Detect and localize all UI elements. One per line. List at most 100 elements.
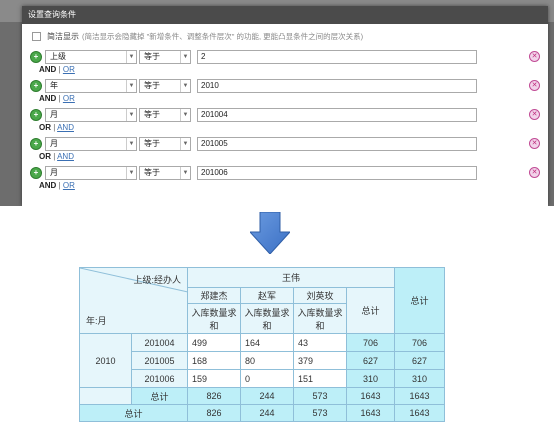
pivot-table: 上级:经办人 年:月 王伟 总计 郑建杰 赵军 刘英玫 总计 入库数量求和 入库… xyxy=(79,267,445,422)
operator-select-value: 等于 xyxy=(144,110,160,119)
year-cell: 2010 xyxy=(79,333,132,388)
logic-connector: AND | OR xyxy=(39,181,75,190)
simple-display-hint: (简洁显示会隐藏掉 "新增条件、调整条件层次" 的功能, 更能凸显条件之间的层次… xyxy=(82,32,364,41)
year-total-total: 1643 xyxy=(394,387,445,405)
logic-separator: | xyxy=(53,152,56,161)
condition-value-input[interactable]: 201006 xyxy=(197,166,477,180)
chevron-down-icon: ▼ xyxy=(180,167,190,179)
group-header: 王伟 xyxy=(187,267,395,288)
simple-display-label: 简洁显示 xyxy=(47,32,79,41)
logic-connector: OR | AND xyxy=(39,152,74,161)
value-cell: 43 xyxy=(293,333,347,352)
operator-select[interactable]: 等于 ▼ xyxy=(139,166,191,180)
close-circle-icon[interactable]: ✕ xyxy=(529,109,540,120)
chevron-down-icon: ▼ xyxy=(126,80,136,92)
close-circle-icon[interactable]: ✕ xyxy=(529,80,540,91)
logic-switch-link[interactable]: AND xyxy=(57,152,74,161)
operator-select[interactable]: 等于 ▼ xyxy=(139,137,191,151)
subtotal-cell: 310 xyxy=(346,369,395,388)
operator-select-value: 等于 xyxy=(144,168,160,177)
logic-switch-link[interactable]: OR xyxy=(63,94,75,103)
dialog-body: 简洁显示 (简洁显示会隐藏掉 "新增条件、调整条件层次" 的功能, 更能凸显条件… xyxy=(22,24,548,206)
condition-value-input[interactable]: 2010 xyxy=(197,79,477,93)
measure-header: 入库数量求和 xyxy=(240,303,294,334)
condition-value-input[interactable]: 201005 xyxy=(197,137,477,151)
logic-active-label: OR xyxy=(39,152,51,161)
person-header: 刘英玫 xyxy=(293,287,347,304)
value-cell: 164 xyxy=(240,333,294,352)
arrow-down-icon xyxy=(250,212,290,254)
subtotal-cell: 706 xyxy=(346,333,395,352)
condition-row: + 月 ▼ 等于 ▼ 201006 ✕ xyxy=(30,166,540,180)
value-cell: 151 xyxy=(293,369,347,388)
logic-switch-link[interactable]: OR xyxy=(63,181,75,190)
plus-circle-icon[interactable]: + xyxy=(30,167,42,179)
chevron-down-icon: ▼ xyxy=(126,51,136,63)
dialog-screenshot: 设置查询条件 简洁显示 (简洁显示会隐藏掉 "新增条件、调整条件层次" 的功能,… xyxy=(0,0,554,206)
corner-row-label: 年:月 xyxy=(86,316,107,326)
field-select-value: 上级 xyxy=(50,52,66,61)
close-circle-icon[interactable]: ✕ xyxy=(529,51,540,62)
plus-circle-icon[interactable]: + xyxy=(30,51,42,63)
logic-separator: | xyxy=(53,123,56,132)
logic-active-label: OR xyxy=(39,123,51,132)
field-select[interactable]: 上级 ▼ xyxy=(45,50,137,64)
grand-total-subtotal: 1643 xyxy=(346,404,395,422)
total-cell: 627 xyxy=(394,351,445,370)
grand-total-label: 总计 xyxy=(79,404,188,422)
logic-active-label: AND xyxy=(39,65,57,74)
grand-total-total: 1643 xyxy=(394,404,445,422)
operator-select[interactable]: 等于 ▼ xyxy=(139,108,191,122)
field-select[interactable]: 月 ▼ xyxy=(45,166,137,180)
logic-separator: | xyxy=(58,65,61,74)
condition-value-input[interactable]: 201004 xyxy=(197,108,477,122)
year-total-subtotal: 1643 xyxy=(346,387,395,405)
month-cell: 201006 xyxy=(131,369,188,388)
operator-select[interactable]: 等于 ▼ xyxy=(139,79,191,93)
logic-active-label: AND xyxy=(39,94,57,103)
operator-select[interactable]: 等于 ▼ xyxy=(139,50,191,64)
value-cell: 379 xyxy=(293,351,347,370)
grand-total-cell: 573 xyxy=(293,404,347,422)
total-cell: 310 xyxy=(394,369,445,388)
field-select[interactable]: 年 ▼ xyxy=(45,79,137,93)
simple-display-checkbox[interactable] xyxy=(32,32,41,41)
year-total-cell: 244 xyxy=(240,387,294,405)
field-select[interactable]: 月 ▼ xyxy=(45,108,137,122)
person-header: 郑建杰 xyxy=(187,287,241,304)
grand-total-cell: 244 xyxy=(240,404,294,422)
logic-separator: | xyxy=(58,94,61,103)
grand-total-column-header: 总计 xyxy=(394,267,445,334)
logic-switch-link[interactable]: AND xyxy=(57,123,74,132)
plus-circle-icon[interactable]: + xyxy=(30,80,42,92)
chevron-down-icon: ▼ xyxy=(126,138,136,150)
value-cell: 168 xyxy=(187,351,241,370)
total-cell: 706 xyxy=(394,333,445,352)
value-cell: 80 xyxy=(240,351,294,370)
operator-select-value: 等于 xyxy=(144,139,160,148)
month-cell: 201004 xyxy=(131,333,188,352)
condition-row: + 上级 ▼ 等于 ▼ 2 ✕ xyxy=(30,50,540,64)
corner-column-label: 上级:经办人 xyxy=(133,275,181,285)
logic-switch-link[interactable]: OR xyxy=(63,65,75,74)
plus-circle-icon[interactable]: + xyxy=(30,109,42,121)
field-select[interactable]: 月 ▼ xyxy=(45,137,137,151)
condition-value-input[interactable]: 2 xyxy=(197,50,477,64)
pivot-table-container: 上级:经办人 年:月 王伟 总计 郑建杰 赵军 刘英玫 总计 入库数量求和 入库… xyxy=(79,267,445,422)
person-header: 赵军 xyxy=(240,287,294,304)
operator-select-value: 等于 xyxy=(144,52,160,61)
condition-row: + 月 ▼ 等于 ▼ 201004 ✕ xyxy=(30,108,540,122)
close-circle-icon[interactable]: ✕ xyxy=(529,138,540,149)
chevron-down-icon: ▼ xyxy=(180,80,190,92)
field-select-value: 月 xyxy=(50,110,58,119)
operator-select-value: 等于 xyxy=(144,81,160,90)
logic-connector: AND | OR xyxy=(39,65,75,74)
value-cell: 159 xyxy=(187,369,241,388)
field-select-value: 月 xyxy=(50,139,58,148)
chevron-down-icon: ▼ xyxy=(180,138,190,150)
year-total-cell: 826 xyxy=(187,387,241,405)
plus-circle-icon[interactable]: + xyxy=(30,138,42,150)
pivot-corner-header: 上级:经办人 年:月 xyxy=(79,267,188,334)
close-circle-icon[interactable]: ✕ xyxy=(529,167,540,178)
field-select-value: 年 xyxy=(50,81,58,90)
